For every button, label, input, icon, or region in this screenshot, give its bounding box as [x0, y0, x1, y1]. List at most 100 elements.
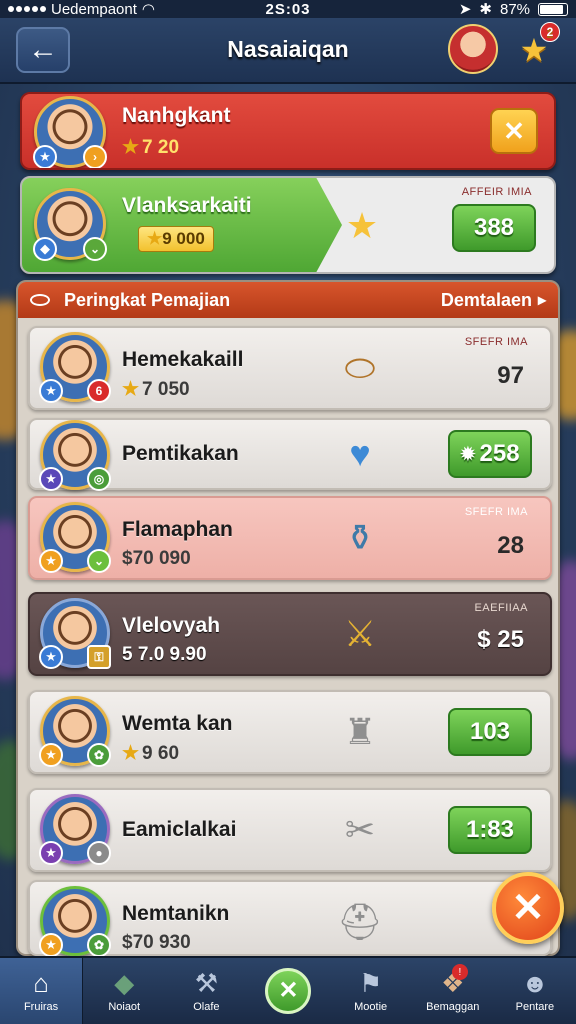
chevron-right-icon[interactable]: ▸	[538, 290, 546, 310]
player-score: ★ 7 20	[122, 137, 180, 158]
avatar: ◆ ⌄	[33, 188, 107, 261]
stat-label: EAEFIIAA	[474, 602, 528, 614]
stat-label: SFEFR IMA	[464, 506, 528, 518]
close-button[interactable]: ✕	[492, 872, 564, 944]
person-icon: ☻	[521, 968, 549, 998]
close-icon: ✕	[511, 886, 545, 930]
page-title: Nasaiaiqan	[227, 36, 349, 62]
signal-icon	[8, 6, 46, 12]
player-name: Nemtanikn	[122, 902, 230, 925]
star-icon: ★	[147, 229, 163, 248]
gift-icon[interactable]: ★ 2	[512, 22, 560, 72]
star-badge-icon: ★	[39, 743, 63, 767]
key-badge-icon: ⚿	[87, 645, 111, 669]
player-score: $70 090	[122, 548, 191, 569]
nav-tools[interactable]: ⚒ Olafe	[165, 958, 247, 1024]
sword-icon: ⚔	[343, 613, 377, 654]
avatar: ★ ⌄	[39, 502, 111, 573]
profile-avatar[interactable]	[448, 24, 498, 74]
back-button[interactable]: ←	[16, 27, 70, 73]
star-badge-icon: ★	[39, 467, 63, 491]
close-icon: ✕	[503, 115, 525, 146]
player-score: $70 930	[122, 932, 191, 953]
stat-label: SFEFR IMA	[464, 336, 528, 348]
potion-icon: ⚱	[344, 517, 376, 558]
helmet-icon: ⛑	[337, 901, 383, 942]
home-icon: ⌂	[33, 968, 49, 998]
star-badge-icon: ★	[39, 549, 63, 573]
nav-label: Noiaot	[108, 1001, 141, 1013]
star-badge-icon: ★	[39, 379, 63, 403]
avatar: ★ ✿	[39, 886, 111, 957]
player-name: Pemtikakan	[122, 442, 239, 465]
avatar: ★ ◎	[39, 420, 111, 491]
status-bar: Uedempaont ◠ 2S:03 ➤ ✱ 87%	[0, 0, 576, 18]
player-score: ★ 9 60	[122, 743, 180, 764]
player-score: ★ 7 050	[122, 379, 190, 400]
player-name: Flamaphan	[122, 518, 233, 541]
chevron-badge-icon: ⌄	[83, 237, 107, 261]
nav-center-action[interactable]: ✕	[247, 958, 329, 1024]
stat-label: AFFEIR IMIA	[461, 186, 532, 198]
avatar: ★ 6	[39, 332, 111, 403]
carrier-label: Uedempaont	[51, 0, 137, 18]
list-item[interactable]: ★ ✿ Nemtanikn $70 930 ⛑	[28, 880, 552, 957]
player-card-highlight[interactable]: ◆ ⌄ Vlanksarkaiti ★9 000 ★ AFFEIR IMIA 3…	[20, 176, 556, 274]
list-item[interactable]: ★ ◎ Pemtikakan ♥ ✹ 258	[28, 418, 552, 491]
list-item[interactable]: ★ ⌄ Flamaphan $70 090 ⚱ SFEFR IMA 28	[28, 496, 552, 580]
stat-value: 97	[497, 362, 524, 389]
score-button[interactable]: 388	[452, 204, 536, 252]
nav-profile[interactable]: ☻ Pentare	[494, 958, 576, 1024]
bluetooth-icon: ✱	[479, 1, 492, 18]
star-badge-icon: ★	[33, 145, 57, 168]
star-badge-icon: ★	[39, 645, 63, 669]
score-button[interactable]: ✹ 258	[448, 430, 532, 478]
map-icon: ⚑	[358, 968, 383, 998]
player-name: Nanhgkant	[122, 104, 231, 127]
leaf-badge-icon: ✿	[87, 743, 111, 767]
battery-percent: 87%	[499, 0, 531, 18]
nav-label: Olafe	[193, 1001, 220, 1013]
list-item[interactable]: ★ ● Eamiclalkai ✂ 1:83	[28, 788, 552, 872]
nav-map[interactable]: ⚑ Mootie	[330, 958, 412, 1024]
panel-title: Peringkat Pemajian	[64, 289, 231, 310]
avatar: ★ ✿	[39, 696, 111, 767]
nav-cube[interactable]: ◆ Noiaot	[83, 958, 165, 1024]
player-score: ★9 000	[138, 226, 214, 252]
chevron-badge-icon: ›	[83, 145, 107, 168]
nav-home[interactable]: ⌂ Fruiras	[0, 958, 84, 1024]
nav-pet[interactable]: ❖ ! Bemaggan	[412, 958, 494, 1024]
tools-icon: ⚒	[194, 968, 218, 998]
player-score: 5 7.0 9.90	[122, 644, 207, 665]
star-icon: ★	[122, 379, 140, 400]
barrel-icon: ⬭	[344, 346, 376, 388]
avatar: ★ ⚿	[39, 598, 111, 669]
stat-value: 28	[497, 532, 524, 559]
level-badge: 6	[87, 379, 111, 403]
notification-badge: !	[451, 964, 468, 980]
trophy-icon: ♜	[343, 711, 377, 752]
star-badge-icon: ★	[39, 933, 63, 957]
score-button[interactable]: 103	[448, 708, 532, 756]
notification-badge: 2	[540, 22, 560, 42]
gear-icon: ✹	[460, 443, 476, 464]
player-card-top[interactable]: ★ › Nanhgkant ★ 7 20 ✕	[20, 92, 556, 170]
list-item[interactable]: ★ ⚿ Vlelovyah 5 7.0 9.90 ⚔ EAEFIIAA $ 25	[28, 592, 552, 676]
scissors-icon: ✂	[344, 809, 376, 850]
heart-icon: ♥	[349, 433, 371, 474]
list-item[interactable]: ★ ✿ Wemta kan ★ 9 60 ♜ 103	[28, 690, 552, 774]
ring-badge-icon: ◎	[87, 467, 111, 491]
score-button[interactable]: 1:83	[448, 806, 532, 854]
star-reward-icon: ★	[345, 205, 379, 246]
clock: 2S:03	[265, 0, 311, 18]
top-header: ← Nasaiaiqan ★ 2	[0, 18, 576, 84]
close-icon: ✕	[265, 968, 312, 1014]
diamond-badge-icon: ◆	[33, 237, 57, 261]
bottom-nav: ⌂ Fruiras ◆ Noiaot ⚒ Olafe ✕ ⚑ Mootie ❖ …	[0, 956, 576, 1024]
cube-icon: ◆	[114, 968, 135, 998]
stat-value: $ 25	[477, 626, 524, 653]
list-item[interactable]: ★ 6 Hemekakaill ★ 7 050 ⬭ SFEFR IMA 97	[28, 326, 552, 410]
dismiss-button[interactable]: ✕	[490, 108, 538, 154]
star-badge-icon: ★	[39, 841, 63, 865]
panel-header-link[interactable]: Demtalaen	[441, 290, 532, 311]
